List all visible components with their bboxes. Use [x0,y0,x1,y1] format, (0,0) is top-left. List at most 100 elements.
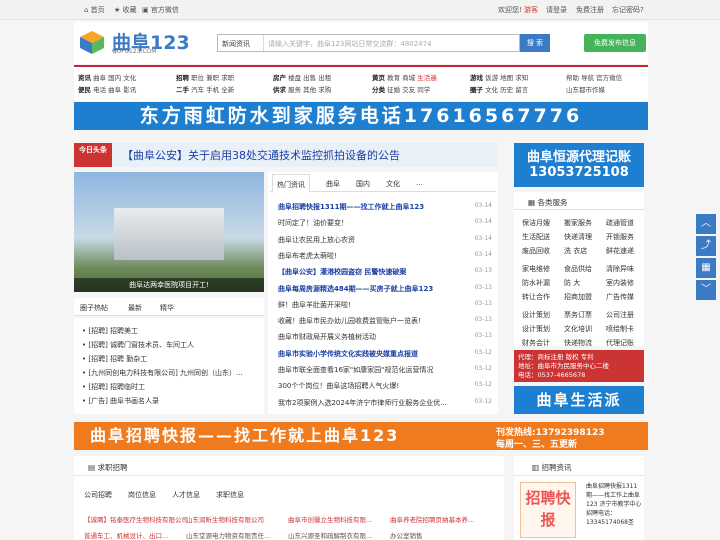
nav-item[interactable]: 帮助 [566,74,579,82]
nav-item[interactable]: 全新 [221,86,234,94]
company-link[interactable]: 曲阜市创馨立生物科技有限... [288,514,372,524]
nav-item[interactable]: 电话 [93,86,106,94]
login-link[interactable]: 请登录 [546,5,567,15]
service-item[interactable]: 财务会计 [522,338,550,348]
tab-positions[interactable]: 岗位信息 [128,490,156,500]
news-row[interactable]: 300个个岗位！曲阜这场招聘人气火爆! 03-12 [278,381,492,393]
nav-item[interactable]: 征婚 [387,86,400,94]
news-title[interactable]: 曲阜布老虎太萌啦! [278,251,468,261]
nav-item[interactable]: 出租 [318,74,331,82]
tab-domestic[interactable]: 国内 [356,179,370,189]
ad-qufu-life[interactable]: 曲阜生活派 [514,386,644,414]
nav-item[interactable]: 生活遍 [417,74,437,82]
tab-job-seeking[interactable]: 求职信息 [216,490,244,500]
news-row[interactable]: 鲜！曲阜羊肚菌开采啦! 03-13 [278,300,492,312]
logo-cube-icon[interactable] [78,29,106,55]
service-item[interactable]: 保洁月嫂 [522,218,550,228]
job-link[interactable]: 山东兴源圣和疏解制衣有限... [288,530,372,540]
news-row[interactable]: 时间定了！油价要变！ 03-14 [278,218,492,230]
service-item[interactable]: 生活配送 [522,232,550,242]
nav-item[interactable]: 留言 [515,86,528,94]
share-icon[interactable]: ⤴ [696,236,716,256]
nav-item[interactable]: 汽车 [191,86,204,94]
nav-item[interactable]: 楼盘 [288,74,301,82]
nav-item[interactable]: 影讯 [123,86,136,94]
nav-item[interactable]: 饭游 [485,74,498,82]
search-category-select[interactable]: 新闻资讯 [218,35,264,51]
ad-banner-waterproof[interactable]: 东方雨虹防水到家服务电话17616567776 [74,102,648,130]
service-item[interactable]: 快递物流 [564,338,592,348]
list-item[interactable]: • [九州同创电力科技有限公司] 九州同创（山东）... [82,368,243,378]
nav-item[interactable]: 便民 [78,86,91,94]
nav-item[interactable]: 职位 [191,74,204,82]
chevron-down-icon[interactable]: ﹀ [696,280,716,300]
service-item[interactable]: 清除异味 [606,264,634,274]
register-link[interactable]: 免费注册 [576,5,604,15]
nav-item[interactable]: 服务 [288,86,301,94]
topbar-wechat[interactable]: ▣ 官方微信 [142,5,179,15]
headline-bar[interactable]: 今日头条 【曲阜公安】关于启用38处交通技术监控抓拍设备的公告 [74,143,498,167]
nav-item[interactable]: 手机 [206,86,219,94]
service-item[interactable]: 鲜花速递 [606,246,634,256]
nav-item[interactable]: 圈子 [470,86,483,94]
service-item[interactable]: 喷绘制卡 [606,324,634,334]
service-item[interactable]: 疏通管道 [606,218,634,228]
guest-link[interactable]: 游客 [524,5,538,15]
service-item[interactable]: 快递清理 [564,232,592,242]
service-item[interactable]: 室内装修 [606,278,634,288]
nav-item[interactable]: 文化 [485,86,498,94]
service-item[interactable]: 招商加盟 [564,292,592,302]
list-item[interactable]: • [招聘] 招聘美工 [82,326,138,336]
ad-banner-recruit[interactable]: 曲阜招聘快报——找工作就上曲阜123 刊发热线:13792398123 每周一、… [74,422,648,450]
service-item[interactable]: 公司注册 [606,310,634,320]
nav-item[interactable]: 黄页 [372,74,385,82]
free-post-button[interactable]: 免费发布信息 [584,34,646,52]
nav-item[interactable]: 历史 [500,86,513,94]
list-item[interactable]: • [广告] 曲阜书画名人录 [82,396,159,406]
nav-item[interactable]: 出售 [303,74,316,82]
tab-qufu[interactable]: 曲阜 [326,179,340,189]
nav-item[interactable]: 游戏 [470,74,483,82]
nav-item[interactable]: 导航 [581,74,594,82]
nav-item[interactable]: 二手 [176,86,189,94]
tab-hot-news[interactable]: 热门资讯 [272,174,310,193]
news-row[interactable]: 曲阜每周房源精选484期——买房子就上曲阜123 03-13 [278,284,492,296]
news-title[interactable]: 曲阜让农民用上放心农资 [278,235,468,245]
search-button[interactable]: 搜 索 [520,34,550,52]
nav-item[interactable]: 教育 [387,74,400,82]
service-item[interactable]: 食品供给 [564,264,592,274]
news-row[interactable]: 曲阜布老虎太萌啦! 03-14 [278,251,492,263]
news-title[interactable]: 【曲阜公安】灌港校园盗窃 民警快速破案 [278,267,468,277]
company-link[interactable]: 山东润昕生物科技有限公司 [186,514,264,524]
topbar-home[interactable]: ⌂ 首页 [84,5,105,15]
news-title[interactable]: 我市2项案例入选2024年济宁市律师行业服务企业优... [278,398,468,408]
nav-item[interactable]: 房产 [273,74,286,82]
news-title[interactable]: 曲阜每周房源精选484期——买房子就上曲阜123 [278,284,468,294]
news-title[interactable]: 鲜！曲阜羊肚菌开采啦! [278,300,468,310]
tab-talent[interactable]: 人才信息 [172,490,200,500]
company-link[interactable]: 曲阜养老院招聘页纳基本养... [390,514,474,524]
news-row[interactable]: 曲阜市实验小学传统文化实践被央媒重点报道 03-12 [278,349,492,361]
ad-accounting[interactable]: 曲阜恒源代理记账 13053725108 [514,143,644,187]
news-title[interactable]: 曲阜市财政局开展义务植树活动 [278,332,468,342]
nav-item[interactable]: 国内 [108,74,121,82]
news-title[interactable]: 曲阜招聘快报1311期——找工作就上曲阜123 [278,202,468,212]
nav-item[interactable]: 官方微信 [596,74,622,82]
job-link[interactable]: 办公室销售 [390,530,423,540]
list-item[interactable]: • [招聘] 诚聘门窗技术员、车间工人 [82,340,194,350]
service-item[interactable]: 防水补漏 [522,278,550,288]
news-title[interactable]: 时间定了！油价要变！ [278,218,468,228]
news-title[interactable]: 收藏！曲阜市民办幼儿园收费监管账户一览表! [278,316,468,326]
news-row[interactable]: 【曲阜公安】灌港校园盗窃 民警快速破案 03-13 [278,267,492,279]
nav-item[interactable]: 兼职 [206,74,219,82]
list-item[interactable]: • [招聘] 招聘临时工 [82,382,145,392]
more-dots-icon[interactable]: … [416,179,423,187]
news-photo[interactable]: 曲阜达两幸医院项目开工! [74,172,264,292]
forgot-password-link[interactable]: 忘记密码? [612,5,644,15]
service-item[interactable]: 废品回收 [522,246,550,256]
nav-item[interactable]: 交友 [402,86,415,94]
ad-trademark[interactable]: 代理：商标注册 版权 专利 地址：曲阜市为民服务中心二楼 电话：0537-466… [514,350,644,382]
nav-item[interactable]: 同学 [417,86,430,94]
service-item[interactable]: 开锁服务 [606,232,634,242]
service-item[interactable]: 洗 衣店 [564,246,587,256]
